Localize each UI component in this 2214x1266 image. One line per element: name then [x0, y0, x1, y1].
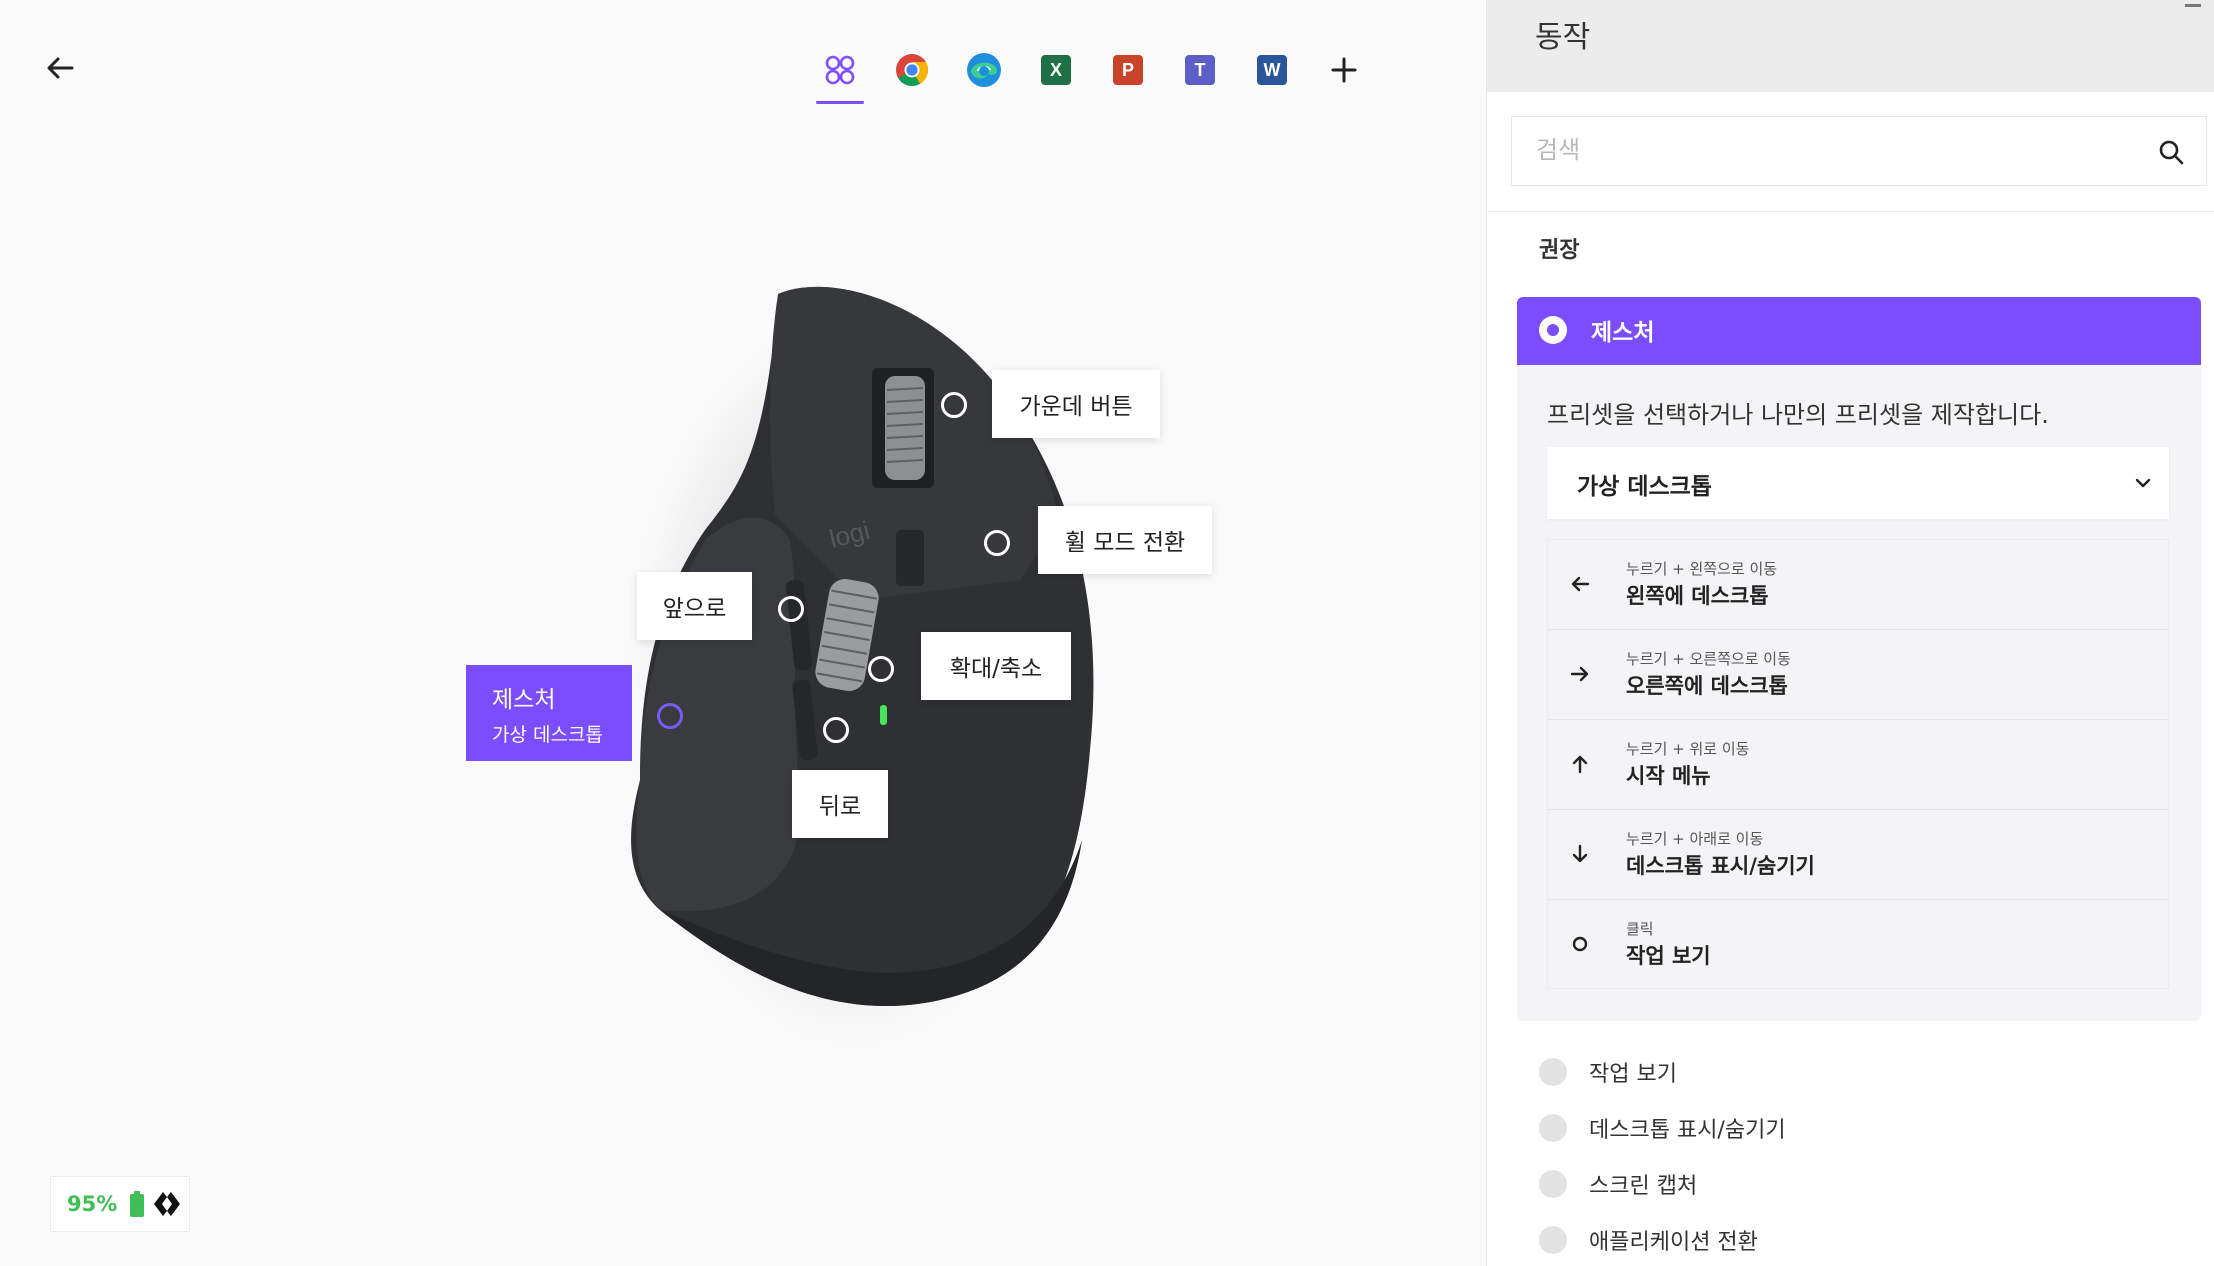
arrow-down-icon	[1572, 844, 1588, 863]
divider	[1487, 211, 2214, 212]
action-row[interactable]: 누르기 + 위로 이동 시작 메뉴	[1548, 720, 2168, 810]
label-zoom[interactable]: 확대/축소	[921, 632, 1071, 700]
hotspot-forward[interactable]	[778, 596, 804, 622]
option-app-switch[interactable]: 애플리케이션 전환	[1539, 1220, 1758, 1260]
label-forward[interactable]: 앞으로	[637, 572, 752, 640]
label-gesture-subtitle: 가상 데스크톱	[492, 723, 603, 746]
chrome-icon	[896, 54, 929, 87]
plus-icon	[1331, 57, 1357, 83]
action-hint: 누르기 + 오른쪽으로 이동	[1626, 650, 1791, 668]
action-row[interactable]: 누르기 + 오른쪽으로 이동 오른쪽에 데스크톱	[1548, 630, 2168, 720]
teams-icon: T	[1185, 55, 1215, 85]
action-name: 오른쪽에 데스크톱	[1626, 674, 1788, 698]
action-hint: 클릭	[1626, 920, 1654, 938]
action-row[interactable]: 클릭 작업 보기	[1548, 900, 2168, 990]
option-task-view[interactable]: 작업 보기	[1539, 1052, 1677, 1092]
section-label-recommended: 권장	[1539, 238, 1580, 263]
battery-status: 95%	[50, 1176, 190, 1232]
action-name: 데스크톱 표시/숨기기	[1626, 854, 1815, 878]
tab-word[interactable]: W	[1244, 42, 1300, 98]
preset-value: 가상 데스크톱	[1577, 474, 1712, 500]
hotspot-back[interactable]	[823, 717, 849, 743]
panel-header: 동작	[1487, 0, 2214, 92]
actions-panel: 동작 권장 제스처 프리셋을 선택하거나 나만의 프리셋을 제작합니다. 가상 …	[1486, 0, 2214, 1266]
edge-icon	[967, 53, 1001, 87]
label-back[interactable]: 뒤로	[792, 770, 888, 838]
preset-dropdown[interactable]: 가상 데스크톱	[1547, 447, 2169, 519]
group-description: 프리셋을 선택하거나 나만의 프리셋을 제작합니다.	[1547, 401, 2049, 429]
back-button[interactable]	[40, 48, 80, 88]
excel-icon: X	[1041, 55, 1071, 85]
option-label: 작업 보기	[1589, 1062, 1677, 1087]
hotspot-wheel-mode[interactable]	[984, 530, 1010, 556]
word-icon: W	[1257, 55, 1287, 85]
radio-unselected[interactable]	[1539, 1114, 1567, 1142]
option-label: 데스크톱 표시/숨기기	[1589, 1118, 1786, 1143]
panel-title: 동작	[1535, 20, 1591, 55]
radio-unselected[interactable]	[1539, 1058, 1567, 1086]
tab-edge[interactable]	[956, 42, 1012, 98]
arrow-left-icon	[47, 57, 74, 79]
action-name: 왼쪽에 데스크톱	[1626, 584, 1769, 608]
tab-excel[interactable]: X	[1028, 42, 1084, 98]
radio-selected[interactable]	[1539, 316, 1567, 344]
tab-all-apps[interactable]	[812, 42, 868, 104]
tab-teams[interactable]: T	[1172, 42, 1228, 98]
gesture-action-list: 누르기 + 왼쪽으로 이동 왼쪽에 데스크톱 누르기 + 오른쪽으로 이동 오른…	[1547, 539, 2169, 989]
device-stage: X P T W logi 가운데 버튼 휠 모드 전환 앞으로 확대/축소 뒤로…	[0, 0, 1486, 1266]
label-gesture[interactable]: 제스처 가상 데스크톱	[466, 665, 632, 761]
search-box	[1511, 116, 2207, 186]
action-row[interactable]: 누르기 + 아래로 이동 데스크톱 표시/숨기기	[1548, 810, 2168, 900]
group-title: 제스처	[1591, 320, 1655, 346]
option-screen-capture[interactable]: 스크린 캡처	[1539, 1164, 1697, 1204]
arrow-up-icon	[1572, 755, 1588, 774]
option-show-desktop[interactable]: 데스크톱 표시/숨기기	[1539, 1108, 1786, 1148]
hotspot-gesture[interactable]	[657, 703, 683, 729]
search-icon[interactable]	[2158, 139, 2184, 165]
action-name: 시작 메뉴	[1626, 764, 1711, 788]
hotspot-middle-button[interactable]	[941, 392, 967, 418]
group-header-gesture[interactable]: 제스처	[1517, 297, 2201, 365]
powerpoint-icon: P	[1113, 55, 1143, 85]
action-hint: 누르기 + 왼쪽으로 이동	[1626, 560, 1778, 578]
battery-icon	[130, 1191, 145, 1217]
add-app-button[interactable]	[1316, 42, 1372, 98]
tab-powerpoint[interactable]: P	[1100, 42, 1156, 98]
minimize-icon[interactable]	[2185, 4, 2201, 7]
label-wheel-mode[interactable]: 휠 모드 전환	[1038, 506, 1212, 574]
action-hint: 누르기 + 위로 이동	[1626, 740, 1750, 758]
action-hint: 누르기 + 아래로 이동	[1626, 830, 1764, 848]
circle-icon	[1572, 936, 1588, 952]
search-input[interactable]	[1512, 117, 2206, 185]
action-name: 작업 보기	[1626, 944, 1711, 968]
label-gesture-title: 제스처	[492, 686, 556, 713]
option-label: 스크린 캡처	[1589, 1174, 1698, 1199]
label-middle-button[interactable]: 가운데 버튼	[992, 370, 1160, 438]
option-label: 애플리케이션 전환	[1589, 1230, 1758, 1255]
battery-percent: 95%	[67, 1192, 118, 1216]
radio-unselected[interactable]	[1539, 1170, 1567, 1198]
selected-action-group: 제스처 프리셋을 선택하거나 나만의 프리셋을 제작합니다. 가상 데스크톱 누…	[1517, 297, 2201, 1021]
hotspot-zoom[interactable]	[868, 656, 894, 682]
arrow-right-icon	[1570, 666, 1589, 682]
arrow-left-icon	[1571, 576, 1590, 592]
radio-unselected[interactable]	[1539, 1226, 1567, 1254]
logi-bolt-icon	[154, 1192, 181, 1216]
four-circles-icon	[825, 55, 855, 85]
chevron-down-icon	[2135, 478, 2151, 488]
action-row[interactable]: 누르기 + 왼쪽으로 이동 왼쪽에 데스크톱	[1548, 540, 2168, 630]
tab-chrome[interactable]	[884, 42, 940, 98]
